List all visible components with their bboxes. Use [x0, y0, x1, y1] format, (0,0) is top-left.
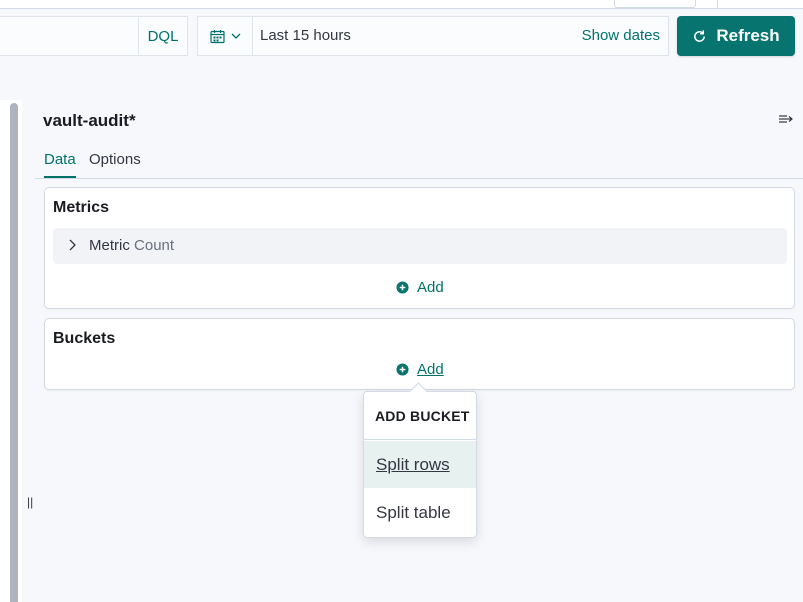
chevron-down-icon	[231, 33, 240, 39]
add-bucket-button[interactable]: Add	[396, 361, 444, 378]
metric-label: Metric Count	[89, 237, 175, 254]
tab-options[interactable]: Options	[89, 151, 141, 168]
top-tab-stub	[614, 0, 696, 8]
top-divider	[717, 0, 718, 8]
metric-value: Count	[134, 237, 175, 254]
query-bar[interactable]: DQL	[0, 16, 188, 56]
popover-divider	[364, 439, 476, 440]
metrics-card: Metrics Metric Count Add	[44, 187, 795, 309]
chevron-right-icon[interactable]	[67, 238, 77, 252]
query-language-button[interactable]: DQL	[138, 17, 187, 55]
add-bucket-label: Add	[417, 361, 444, 378]
left-scrollbar[interactable]	[10, 103, 18, 602]
show-dates-button[interactable]: Show dates	[582, 17, 660, 55]
top-strip	[0, 0, 803, 9]
collapse-sidebar-icon[interactable]	[778, 112, 794, 131]
refresh-button[interactable]: Refresh	[677, 16, 795, 56]
buckets-card: Buckets Add	[44, 318, 795, 390]
date-range-text[interactable]: Last 15 hours	[260, 17, 351, 55]
resize-handle-icon[interactable]: ||	[27, 495, 33, 509]
add-bucket-popover: ADD BUCKET Split rows Split table	[363, 382, 477, 538]
plus-circle-icon	[396, 363, 409, 376]
refresh-icon	[694, 29, 706, 42]
add-metric-label: Add	[417, 279, 444, 296]
add-metric-button[interactable]: Add	[396, 279, 444, 296]
quick-select-button[interactable]	[198, 17, 253, 55]
popover-title: ADD BUCKET	[375, 408, 470, 424]
buckets-title: Buckets	[53, 330, 116, 347]
refresh-label: Refresh	[716, 26, 780, 45]
calendar-icon	[209, 29, 225, 43]
tab-data[interactable]: Data	[44, 151, 76, 178]
split-rows-option[interactable]: Split rows	[364, 441, 476, 488]
editor-tabs: Data Options	[35, 145, 803, 179]
date-picker: Last 15 hours Show dates	[197, 16, 669, 56]
index-pattern-title: vault-audit*	[43, 111, 136, 130]
split-table-option[interactable]: Split table	[364, 489, 476, 536]
metrics-title: Metrics	[53, 199, 110, 216]
metric-count-row[interactable]: Metric Count	[53, 228, 787, 264]
plus-circle-icon	[396, 281, 409, 294]
